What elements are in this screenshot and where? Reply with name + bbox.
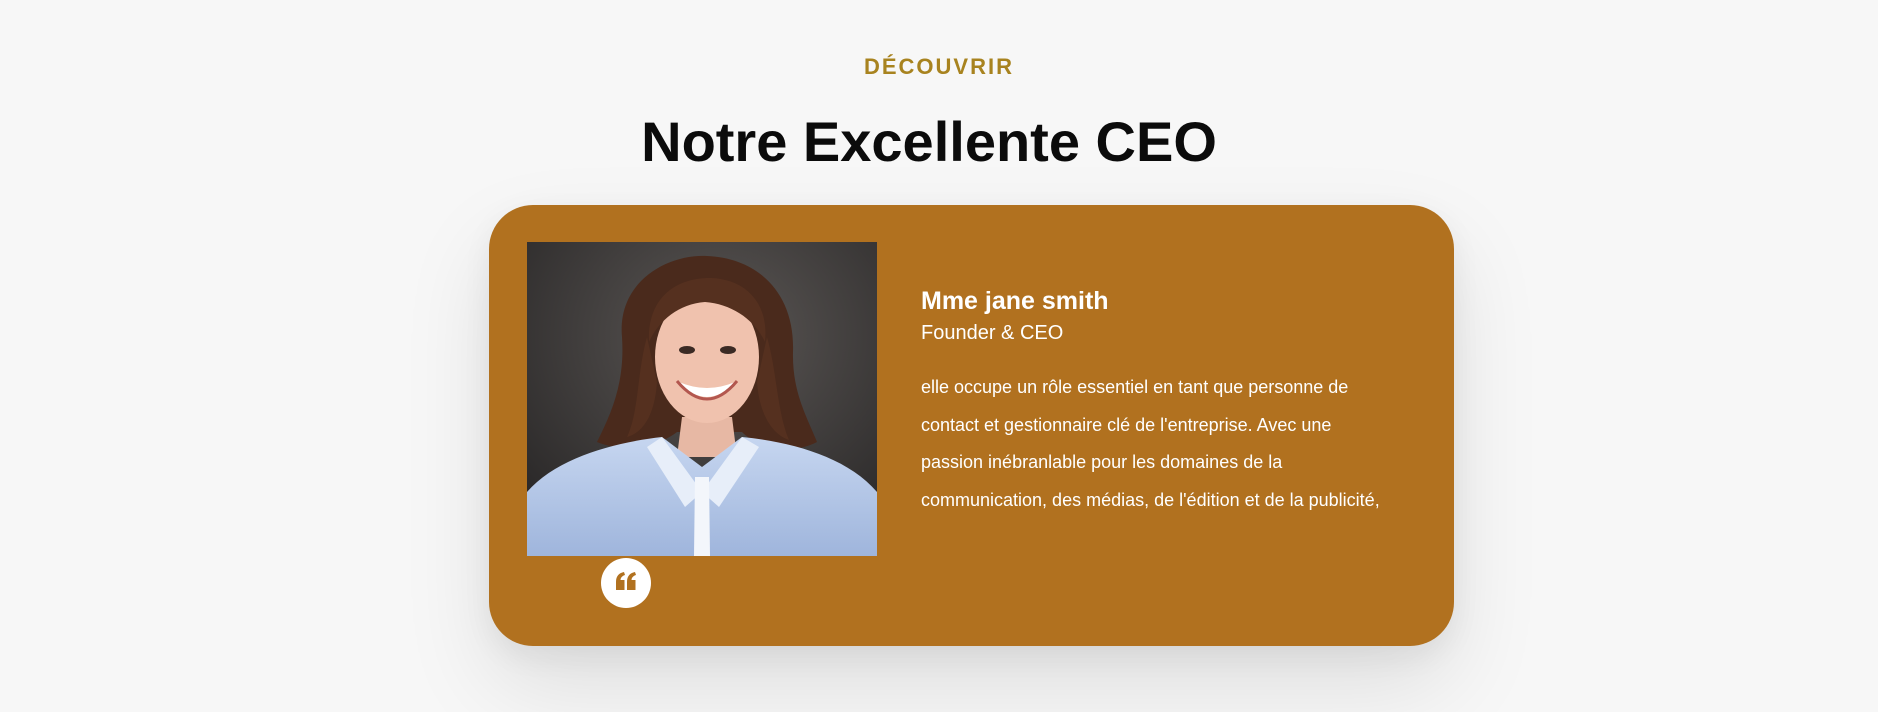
ceo-photo xyxy=(527,242,877,556)
ceo-role: Founder & CEO xyxy=(921,322,1064,344)
ceo-section: DÉCOUVRIR Notre Excellente CEO Mme jane … xyxy=(0,0,1878,712)
ceo-info: Mme jane smith Founder & CEO elle occupe… xyxy=(921,285,1401,519)
quote-left-icon xyxy=(615,571,637,595)
ceo-name: Mme jane smith xyxy=(921,287,1109,315)
ceo-card: Mme jane smith Founder & CEO elle occupe… xyxy=(489,205,1454,646)
section-eyebrow: DÉCOUVRIR xyxy=(863,54,1014,79)
quote-button[interactable] xyxy=(601,558,651,608)
ceo-bio: elle occupe un rôle essentiel en tant qu… xyxy=(921,377,1380,510)
section-title: Notre Excellente CEO xyxy=(641,110,1217,173)
